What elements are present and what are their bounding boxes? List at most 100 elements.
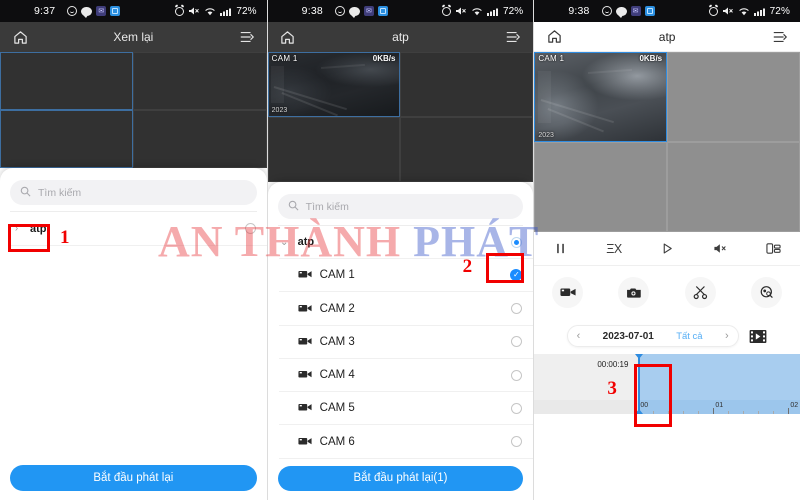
video-grid-3[interactable]: CAM 1 0KB/s 2023 [534, 52, 800, 232]
status-bar-1: 9:37 ✉ 72% [0, 0, 267, 22]
camera-label: CAM 3 [319, 335, 355, 348]
select-radio[interactable] [511, 236, 523, 248]
camcorder-icon [298, 399, 312, 417]
tag-search-button[interactable] [751, 276, 783, 308]
ruler-tick [758, 411, 760, 414]
search-input[interactable]: Tìm kiếm [10, 180, 257, 205]
ruler-tick [788, 408, 790, 414]
prev-day-button[interactable]: ‹ [577, 330, 581, 342]
group-label: atp [297, 236, 315, 249]
bitrate-label: 0KB/s [639, 54, 663, 63]
start-playback-button[interactable]: Bắt đầu phát lại(1) [277, 465, 524, 492]
video-cell[interactable] [133, 52, 267, 110]
camcorder-icon [298, 433, 312, 451]
list-item-cam-2[interactable]: CAM 2 [268, 292, 534, 324]
filter-all-label[interactable]: Tất cả [676, 331, 702, 342]
date-picker[interactable]: ‹ 2023-07-01 Tất cả › [566, 325, 739, 347]
camera-label: CAM 4 [319, 369, 355, 382]
alarm-circle-icon [334, 6, 345, 16]
app-header-3: atp [534, 22, 800, 52]
search-input[interactable]: Tìm kiếm [277, 194, 524, 219]
playhead-marker [635, 354, 644, 359]
video-cell[interactable] [267, 117, 401, 182]
status-bar-2: 9:38 ✉ 72% [267, 0, 534, 22]
alarm-circle-icon [67, 6, 78, 16]
video-cell[interactable] [400, 52, 534, 117]
timestamp-overlay: 2023 [538, 132, 554, 139]
ruler-tick [773, 411, 775, 414]
screenshot-stage: 9:37 ✉ 72% Xem lại Tìm kiếm › atp Bắt đầ… [0, 0, 800, 500]
select-radio[interactable] [511, 369, 523, 381]
video-grid-2[interactable]: CAM 1 0KB/s 2023 [267, 52, 534, 182]
ruler-tick [698, 411, 700, 414]
battery-percent: 72% [502, 5, 524, 17]
home-icon[interactable] [10, 27, 30, 47]
select-radio[interactable] [511, 336, 523, 348]
playback-speed-icon[interactable]: ΞX [601, 238, 627, 260]
mute-icon [455, 6, 467, 16]
ruler-tick [743, 411, 745, 414]
camera-label: CAM 2 [319, 302, 355, 315]
app-purple-icon: ✉ [363, 6, 374, 16]
page-title: atp [392, 30, 409, 44]
video-cell-cam1[interactable]: CAM 1 0KB/s 2023 [267, 52, 401, 117]
list-item-cam-5[interactable]: CAM 5 [268, 392, 534, 424]
list-menu-icon[interactable] [503, 27, 523, 47]
search-icon [20, 184, 31, 202]
chevron-down-icon[interactable]: ⌄ [279, 237, 290, 248]
home-icon[interactable] [544, 27, 564, 47]
snapshot-button[interactable] [618, 276, 650, 308]
search-area: Tìm kiếm [268, 182, 534, 225]
panel-3-playback: 9:38 ✉ 72% atp CAM 1 0KB/s 2023 ΞX ‹ 202… [533, 0, 800, 500]
list-item-cam-4[interactable]: CAM 4 [268, 359, 534, 391]
video-cell[interactable] [400, 117, 534, 182]
wifi-icon [471, 7, 483, 16]
current-date: 2023-07-01 [602, 330, 654, 342]
record-video-button[interactable] [552, 276, 584, 308]
video-grid-1[interactable] [0, 52, 267, 168]
video-cell[interactable] [534, 142, 668, 232]
split-screen-icon[interactable] [760, 238, 786, 260]
clip-button[interactable] [684, 276, 716, 308]
camera-label: CAM 5 [319, 402, 355, 415]
chat-bubble-icon [615, 6, 627, 18]
panel-1-replay-select: 9:37 ✉ 72% Xem lại Tìm kiếm › atp Bắt đầ… [0, 0, 267, 500]
video-cell[interactable] [0, 52, 134, 110]
chat-bubble-icon [81, 6, 93, 18]
battery-percent: 72% [769, 5, 790, 17]
video-cell[interactable] [133, 110, 267, 168]
start-playback-button[interactable]: Bắt đầu phát lại [10, 465, 257, 491]
app-blue-icon [644, 6, 655, 16]
alarm-clock-icon [708, 6, 718, 16]
video-cell[interactable] [667, 142, 800, 232]
app-header-1: Xem lại [0, 22, 267, 52]
app-header-2: atp [267, 22, 534, 52]
signal-icon [220, 7, 232, 16]
play-icon[interactable] [654, 238, 680, 260]
mute-icon [188, 6, 200, 16]
video-cell[interactable] [667, 52, 800, 142]
select-radio[interactable] [511, 436, 523, 448]
home-icon[interactable] [278, 27, 298, 47]
list-menu-icon[interactable] [237, 27, 257, 47]
list-menu-icon[interactable] [770, 27, 790, 47]
search-placeholder: Tìm kiếm [305, 200, 349, 213]
divider [278, 457, 534, 459]
mute-icon[interactable] [707, 238, 733, 260]
film-strip-icon[interactable] [748, 328, 768, 345]
camera-feed: CAM 1 0KB/s 2023 [268, 53, 400, 116]
status-bar-3: 9:38 ✉ 72% [534, 0, 800, 22]
camcorder-icon [298, 300, 312, 318]
list-item-cam-3[interactable]: CAM 3 [268, 326, 534, 358]
select-radio[interactable] [511, 402, 523, 414]
video-cell-cam1[interactable]: CAM 1 0KB/s 2023 [534, 52, 668, 142]
status-time: 9:37 [34, 5, 56, 17]
select-radio[interactable] [511, 303, 523, 315]
select-radio[interactable] [244, 223, 256, 234]
ruler-label: 02 [790, 402, 799, 409]
video-cell[interactable] [0, 110, 134, 168]
pause-icon[interactable] [548, 238, 574, 260]
next-day-button[interactable]: › [725, 330, 729, 342]
timestamp-overlay: 2023 [271, 107, 288, 114]
list-item-cam-6[interactable]: CAM 6 [268, 425, 534, 457]
